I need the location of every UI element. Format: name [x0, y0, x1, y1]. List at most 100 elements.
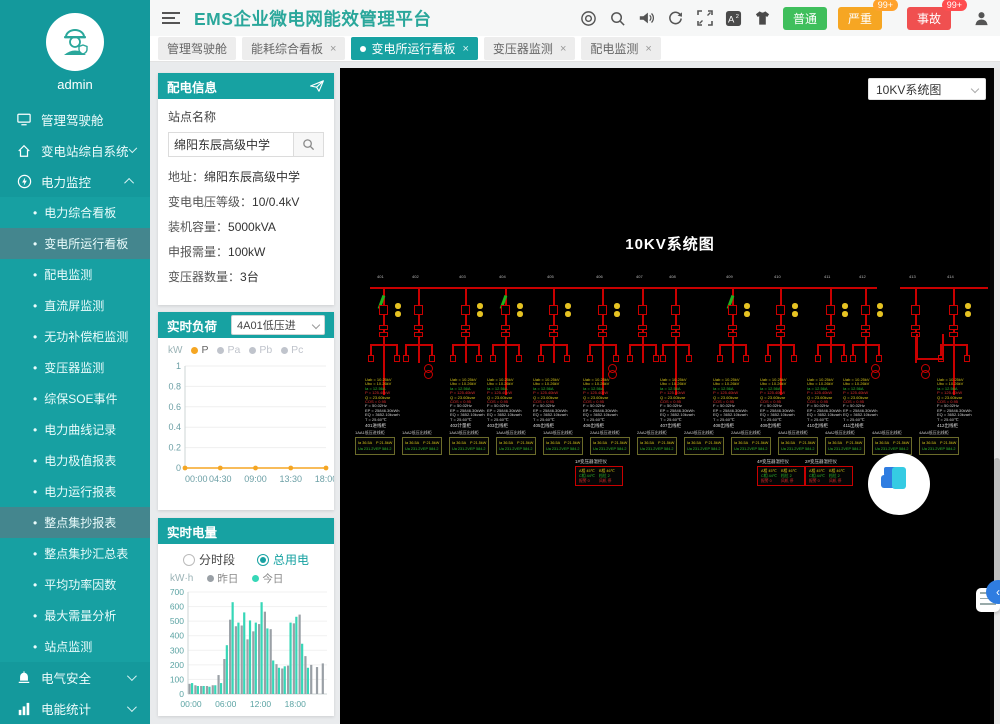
meter-box-4AA3低压出线柜[interactable]: Ia 36.5AP 21.5kWUa 231.2VEP 584.2 [872, 437, 912, 455]
tab-close-icon[interactable]: × [462, 43, 468, 55]
user-icon[interactable] [972, 9, 990, 27]
site-search-input[interactable] [168, 132, 294, 157]
sidebar-item-直流屏监测[interactable]: •直流屏监测 [0, 290, 150, 321]
legend-item-P[interactable]: P [191, 344, 208, 356]
theme-icon[interactable] [754, 9, 772, 27]
sidebar-subitem-label: 站点监测 [44, 638, 92, 655]
fuse-box-icon [686, 355, 692, 362]
tab-变压器监测[interactable]: 变压器监测× [484, 37, 575, 60]
todesk-floating-logo[interactable] [868, 453, 930, 515]
tab-配电监测[interactable]: 配电监测 × [581, 37, 660, 60]
meter-box-1AA4低压出线柜[interactable]: Ia 36.5AP 21.5kWUa 231.2VEP 584.2 [496, 437, 536, 455]
radio-分时段[interactable]: 分时段 [183, 551, 235, 568]
feeder-select[interactable]: 4A01低压进 [231, 315, 325, 335]
indicator-lamp-icon [477, 311, 483, 317]
meter-value: Ua 231.2V [546, 446, 564, 453]
tab-close-icon[interactable]: × [645, 43, 651, 55]
avatar[interactable] [46, 13, 104, 71]
legend-item-Pa[interactable]: Pa [217, 344, 240, 356]
ct-icon [776, 332, 785, 337]
temp-box-1#变压器温控仪[interactable]: A相 45℃B相 46℃C相 44℃档位 2报警 0风机 停 [575, 466, 623, 486]
tab-label: 配电监测 [590, 40, 638, 57]
send-icon[interactable] [309, 79, 325, 93]
aim-icon[interactable] [580, 9, 598, 27]
alarm-badge-严重[interactable]: 严重99+ [838, 7, 882, 30]
meter-value: Ua 231.2V [875, 446, 893, 453]
sidebar-item-电力极值报表[interactable]: •电力极值报表 [0, 445, 150, 476]
sidebar-item-整点集抄汇总表[interactable]: •整点集抄汇总表 [0, 538, 150, 569]
sidebar-item-变电所运行看板[interactable]: •变电所运行看板 [0, 228, 150, 259]
sidebar-item-整点集抄报表[interactable]: •整点集抄报表 [0, 507, 150, 538]
readout-label: 407出线柜 [660, 423, 681, 429]
search-icon[interactable] [609, 9, 627, 27]
radio-总用电[interactable]: 总用电 [257, 551, 309, 568]
sidebar-item-电能统计[interactable]: 电能统计 [0, 693, 150, 724]
tab-close-icon[interactable]: × [330, 43, 336, 55]
svg-text:06:00: 06:00 [215, 699, 237, 709]
meter-box-2AA4低压出线柜[interactable]: Ia 36.5AP 21.5kWUa 231.2VEP 584.2 [731, 437, 771, 455]
meter-box-label: 2AA4低压出线柜 [731, 430, 761, 436]
meter-box-label: 4AA2低压出线柜 [825, 430, 855, 436]
temp-box-4#变压器温控仪[interactable]: A相 45℃B相 46℃C相 44℃档位 2报警 0风机 停 [757, 466, 805, 486]
sidebar-item-电力监控[interactable]: 电力监控 [0, 166, 150, 197]
meter-value: EP 584.2 [564, 446, 580, 453]
sidebar-item-最大需量分析[interactable]: •最大需量分析 [0, 600, 150, 631]
meter-box-4AA2低压出线柜[interactable]: Ia 36.5AP 21.5kWUa 231.2VEP 584.2 [825, 437, 865, 455]
meter-box-1AA5低压出线柜[interactable]: Ia 36.5AP 21.5kWUa 231.2VEP 584.2 [543, 437, 583, 455]
sidebar-item-配电监测[interactable]: •配电监测 [0, 259, 150, 290]
info-field-label: 申报需量： [168, 245, 228, 259]
sidebar-item-综保SOE事件[interactable]: •综保SOE事件 [0, 383, 150, 414]
meter-box-4AA4低压出线柜[interactable]: Ia 36.5AP 21.5kWUa 231.2VEP 584.2 [919, 437, 959, 455]
fuse-box-icon [564, 355, 570, 362]
tab-能耗综合看板[interactable]: 能耗综合看板× [242, 37, 345, 60]
sidebar-item-电力综合看板[interactable]: •电力综合看板 [0, 197, 150, 228]
tab-管理驾驶舱[interactable]: 管理驾驶舱 [158, 37, 236, 60]
svg-text:2: 2 [736, 14, 739, 20]
collapse-menu-icon[interactable] [162, 9, 180, 27]
sidebar-item-站点监测[interactable]: •站点监测 [0, 631, 150, 662]
legend-item-昨日[interactable]: 昨日 [207, 571, 238, 586]
sidebar-item-变电站综自系统[interactable]: 变电站综自系统 [0, 135, 150, 166]
alarm-badge-普通[interactable]: 普通 [783, 7, 827, 30]
temp-box-2#变压器温控仪[interactable]: A相 45℃B相 46℃C相 44℃档位 2报警 0风机 停 [805, 466, 853, 486]
meter-value: EP 584.2 [893, 446, 909, 453]
sidebar-item-管理驾驶舱[interactable]: 管理驾驶舱 [0, 104, 150, 135]
fullscreen-icon[interactable] [696, 9, 714, 27]
diagram-select[interactable]: 10KV系统图 [868, 78, 986, 100]
refresh-icon[interactable] [667, 9, 685, 27]
meter-box-2AA3低压出线柜[interactable]: Ia 36.5AP 21.5kWUa 231.2VEP 584.2 [684, 437, 724, 455]
indicator-lamp-icon [565, 303, 571, 309]
meter-box-2AA2低压出线柜[interactable]: Ia 36.5AP 21.5kWUa 231.2VEP 584.2 [637, 437, 677, 455]
sidebar-item-平均功率因数[interactable]: •平均功率因数 [0, 569, 150, 600]
tab-变电所运行看板[interactable]: 变电所运行看板× [351, 37, 477, 60]
branch-drop [745, 346, 747, 355]
sidebar-item-label: 电力监控 [41, 172, 127, 191]
bullet-icon: • [33, 330, 37, 344]
tab-close-icon[interactable]: × [560, 43, 566, 55]
meter-box-1AA1低压进线柜[interactable]: Ia 36.5AP 21.5kWUa 231.2VEP 584.2 [355, 437, 395, 455]
svg-text:00:00: 00:00 [185, 474, 208, 484]
volume-icon[interactable] [638, 9, 656, 27]
meter-box-1AA2低压出线柜[interactable]: Ia 36.5AP 21.5kWUa 231.2VEP 584.2 [402, 437, 442, 455]
meter-box-1AA3低压出线柜[interactable]: Ia 36.5AP 21.5kWUa 231.2VEP 584.2 [449, 437, 489, 455]
meter-box-2AA1低压进线柜[interactable]: Ia 36.5AP 21.5kWUa 231.2VEP 584.2 [590, 437, 630, 455]
legend-item-今日[interactable]: 今日 [252, 571, 283, 586]
legend-item-Pb[interactable]: Pb [249, 344, 272, 356]
edge-assistant-widget[interactable]: ‹ [976, 580, 1000, 612]
sidebar-item-变压器监测[interactable]: •变压器监测 [0, 352, 150, 383]
svg-text:0.6: 0.6 [168, 402, 181, 412]
site-search-button[interactable] [294, 132, 324, 157]
sidebar-item-电力曲线记录[interactable]: •电力曲线记录 [0, 414, 150, 445]
sidebar-item-电气安全[interactable]: 电气安全 [0, 662, 150, 693]
svg-text:400: 400 [170, 631, 184, 641]
breaker-icon [728, 305, 737, 315]
sidebar-item-电力运行报表[interactable]: •电力运行报表 [0, 476, 150, 507]
breaker-icon [461, 305, 470, 315]
sidebar-item-无功补偿柜监测[interactable]: • 无功补偿柜监测 [0, 321, 150, 352]
sidebar-subitem-label: 无功补偿柜监测 [44, 328, 128, 345]
font-size-icon[interactable]: A2 [725, 9, 743, 27]
meter-box-4AA1低压进线柜[interactable]: Ia 36.5AP 21.5kWUa 231.2VEP 584.2 [778, 437, 818, 455]
alarm-badge-事故[interactable]: 事故99+ [907, 7, 951, 30]
svg-text:0.2: 0.2 [168, 443, 181, 453]
legend-item-Pc[interactable]: Pc [281, 344, 303, 356]
